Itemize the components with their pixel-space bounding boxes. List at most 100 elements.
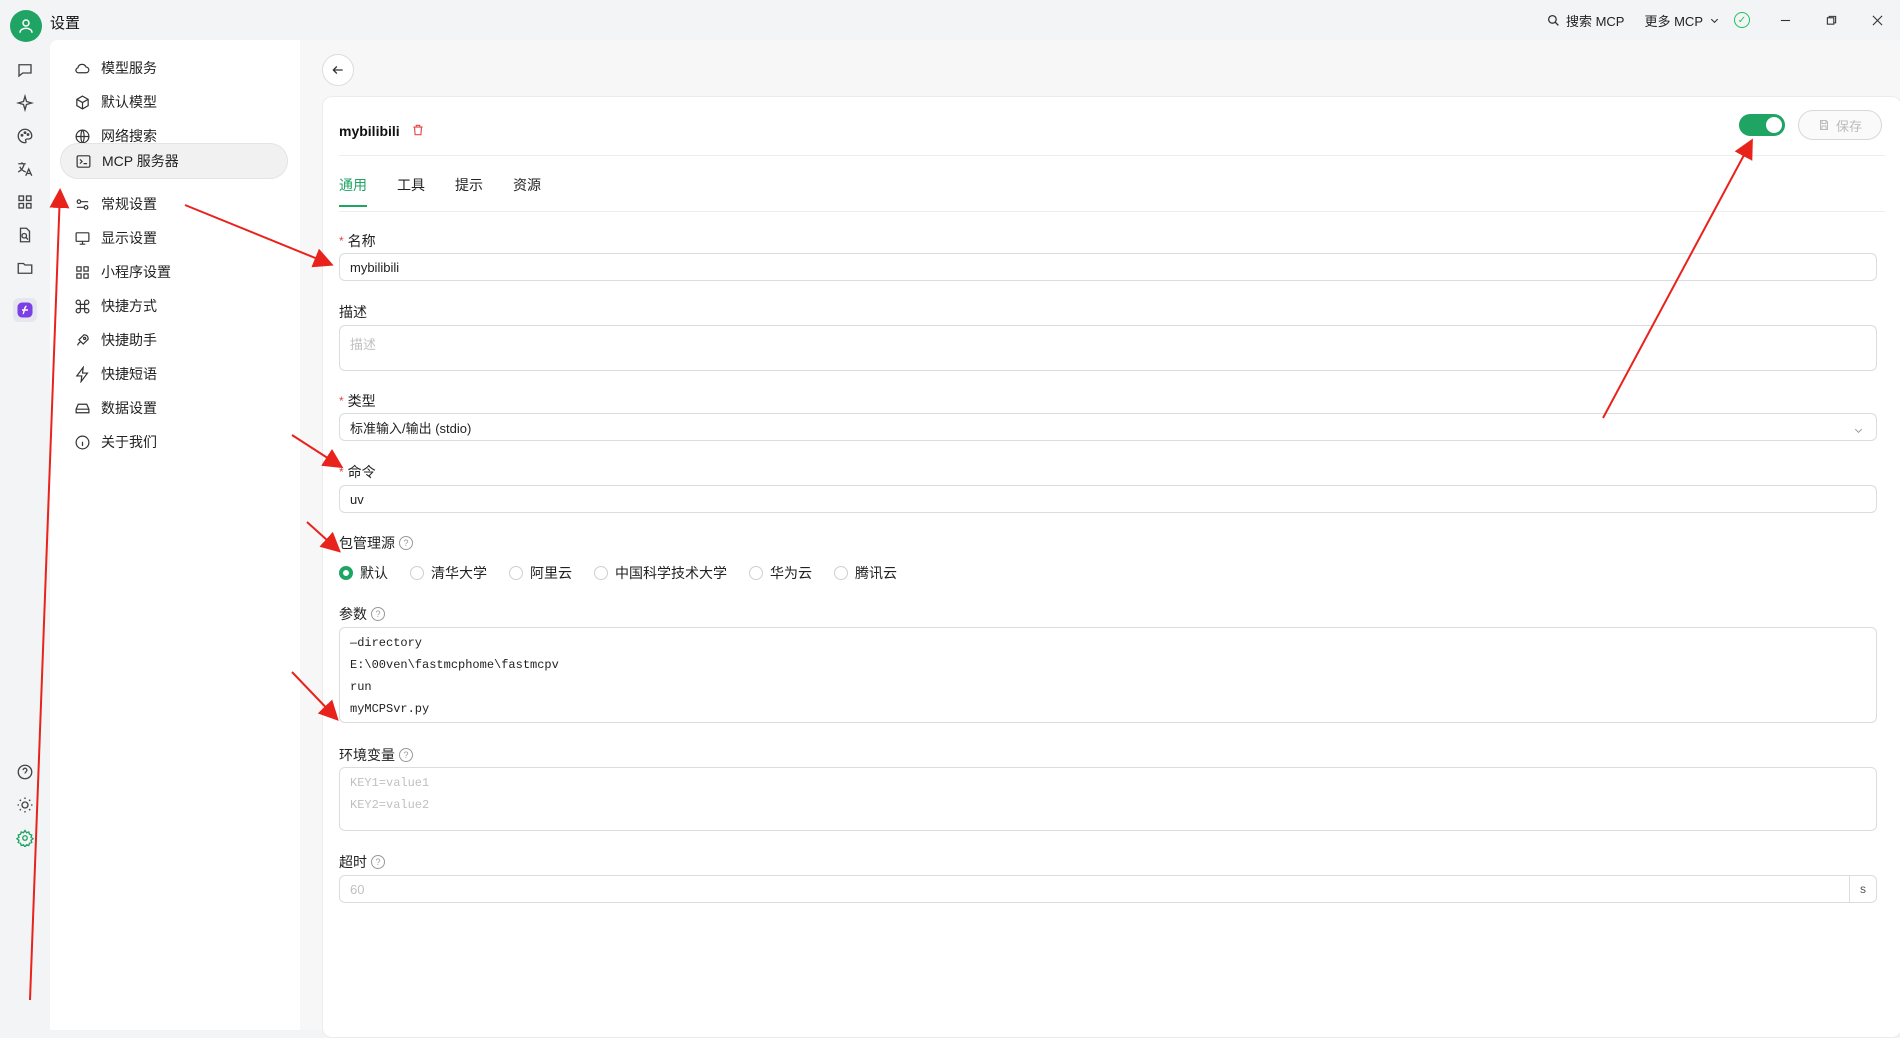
command-icon xyxy=(75,299,90,313)
file-search-icon[interactable] xyxy=(13,223,37,247)
translate-icon[interactable] xyxy=(13,157,37,181)
tab-general[interactable]: 通用 xyxy=(339,175,367,207)
env-textarea[interactable]: KEY1=value1 KEY2=value2 xyxy=(339,767,1877,831)
env-placeholder-line: KEY2=value2 xyxy=(350,798,430,812)
header-divider xyxy=(339,155,1885,156)
chevron-down-icon xyxy=(1854,428,1863,433)
timeout-input[interactable]: 60 s xyxy=(339,875,1877,903)
description-textarea[interactable]: 描述 xyxy=(339,325,1877,371)
server-enabled-toggle[interactable] xyxy=(1739,114,1785,136)
type-select[interactable]: 标准输入/输出 (stdio) xyxy=(339,413,1877,441)
tab-prompts[interactable]: 提示 xyxy=(455,175,483,207)
title-bar: 设置 搜索 MCP 更多 MCP ✓ xyxy=(0,0,1900,42)
radio-aliyun[interactable]: 阿里云 xyxy=(509,563,572,583)
search-icon xyxy=(1547,14,1559,26)
nav-item-label: 常规设置 xyxy=(101,196,157,212)
restore-icon xyxy=(1826,15,1836,25)
sliders-icon xyxy=(76,198,89,210)
user-avatar[interactable] xyxy=(10,10,42,42)
nav-item-label: 快捷助手 xyxy=(101,332,157,348)
tab-resources[interactable]: 资源 xyxy=(513,175,541,207)
zap-icon xyxy=(75,365,89,383)
description-label: 描述 xyxy=(339,304,367,320)
type-select-value: 标准输入/输出 (stdio) xyxy=(350,420,472,436)
search-mcp-button[interactable]: 搜索 MCP xyxy=(1537,0,1635,40)
nav-item-label: 默认模型 xyxy=(101,94,157,110)
restore-button[interactable] xyxy=(1808,0,1854,40)
command-label: * 命令 xyxy=(339,464,376,480)
terminal-icon xyxy=(76,154,91,168)
server-tabs: 通用 工具 提示 资源 xyxy=(339,175,541,207)
folder-icon[interactable] xyxy=(13,256,37,280)
cube-icon xyxy=(76,94,89,110)
nav-item-quick-assistant[interactable]: 快捷助手 xyxy=(60,322,288,358)
radio-dot xyxy=(339,566,353,580)
registry-radio-group: 默认 清华大学 阿里云 中国科学技术大学 华为云 腾讯云 xyxy=(339,563,897,583)
nav-item-data[interactable]: 数据设置 xyxy=(60,390,288,426)
save-label: 保存 xyxy=(1835,118,1862,134)
window-title: 设置 xyxy=(50,15,81,32)
args-line: E:\00ven\fastmcphome\fastmcpv xyxy=(350,658,559,672)
settings-gear-icon[interactable] xyxy=(13,826,37,850)
nav-item-label: 关于我们 xyxy=(101,434,157,450)
command-input[interactable]: uv xyxy=(339,485,1877,513)
help-icon[interactable]: ? xyxy=(399,536,413,550)
back-button[interactable] xyxy=(322,54,354,86)
nav-item-quick-phrases[interactable]: 快捷短语 xyxy=(60,356,288,392)
server-detail-card: mybilibili 保存 通用 工具 提示 资源 * 名称 mybilibili… xyxy=(322,96,1900,1038)
nav-item-mcp-servers[interactable]: MCP 服务器 xyxy=(60,143,288,179)
nav-item-model-service[interactable]: 模型服务 xyxy=(60,50,288,86)
close-button[interactable] xyxy=(1854,0,1900,40)
delete-server-button[interactable] xyxy=(411,123,425,140)
arrow-left-icon xyxy=(332,66,343,74)
chevron-down-icon xyxy=(1710,18,1719,23)
radio-tencent[interactable]: 腾讯云 xyxy=(834,563,897,583)
radio-tsinghua[interactable]: 清华大学 xyxy=(410,563,487,583)
chat-icon[interactable] xyxy=(13,58,37,82)
radio-huawei[interactable]: 华为云 xyxy=(749,563,812,583)
help-icon[interactable]: ? xyxy=(371,607,385,621)
name-input[interactable]: mybilibili xyxy=(339,253,1877,281)
more-mcp-dropdown[interactable]: 更多 MCP xyxy=(1634,0,1730,40)
tabs-divider xyxy=(339,211,1885,212)
nav-item-about[interactable]: 关于我们 xyxy=(60,424,288,460)
args-textarea[interactable]: —directory E:\00ven\fastmcphome\fastmcpv… xyxy=(339,627,1877,723)
args-line: run xyxy=(350,680,372,694)
nav-item-shortcuts[interactable]: 快捷方式 xyxy=(60,288,288,324)
radio-default[interactable]: 默认 xyxy=(339,563,388,583)
help-icon[interactable] xyxy=(13,760,37,784)
nav-item-display[interactable]: 显示设置 xyxy=(60,220,288,256)
mcp-app-icon[interactable] xyxy=(13,298,37,322)
nav-item-general[interactable]: 常规设置 xyxy=(60,186,288,222)
env-placeholder-line: KEY1=value1 xyxy=(350,776,430,790)
save-button[interactable]: 保存 xyxy=(1798,110,1882,140)
args-label: 参数? xyxy=(339,604,385,624)
minimize-button[interactable] xyxy=(1762,0,1808,40)
nav-item-label: 显示设置 xyxy=(101,230,157,246)
timeout-label: 超时? xyxy=(339,852,385,872)
tab-tools[interactable]: 工具 xyxy=(397,175,425,207)
args-line: —directory xyxy=(350,636,423,650)
close-icon xyxy=(1872,15,1882,25)
radio-dot xyxy=(834,566,848,580)
radio-dot xyxy=(594,566,608,580)
minimize-icon xyxy=(1780,19,1790,21)
trash-icon xyxy=(413,124,423,136)
nav-item-default-model[interactable]: 默认模型 xyxy=(60,84,288,120)
search-mcp-label: 搜索 MCP xyxy=(1565,13,1625,29)
nav-item-miniapps[interactable]: 小程序设置 xyxy=(60,254,288,290)
theme-sun-icon[interactable] xyxy=(13,793,37,817)
sparkle-icon[interactable] xyxy=(13,91,37,115)
server-name-title: mybilibili xyxy=(339,123,400,139)
nav-item-label: 快捷方式 xyxy=(101,298,157,314)
nav-item-label: 快捷短语 xyxy=(101,366,157,382)
monitor-icon xyxy=(75,231,90,245)
rocket-icon xyxy=(76,333,89,346)
help-icon[interactable]: ? xyxy=(399,748,413,762)
status-check-icon[interactable]: ✓ xyxy=(1734,12,1750,28)
radio-ustc[interactable]: 中国科学技术大学 xyxy=(594,563,727,583)
palette-icon[interactable] xyxy=(13,124,37,148)
apps-grid-icon[interactable] xyxy=(13,190,37,214)
more-mcp-label: 更多 MCP xyxy=(1644,13,1703,29)
help-icon[interactable]: ? xyxy=(371,855,385,869)
